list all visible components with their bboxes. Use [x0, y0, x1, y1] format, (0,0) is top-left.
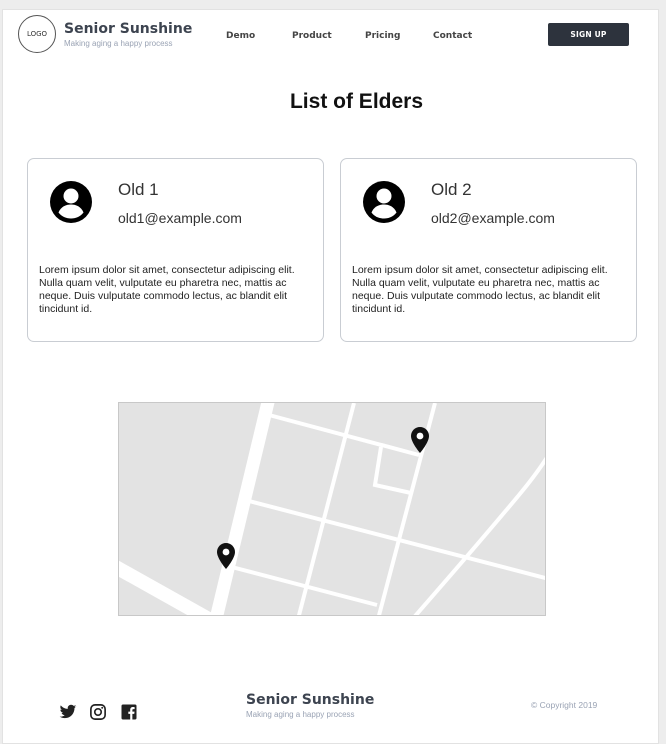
- elder-name: Old 1: [118, 180, 159, 199]
- instagram-icon[interactable]: [89, 703, 107, 721]
- elder-name: Old 2: [431, 180, 472, 199]
- nav-pricing[interactable]: Pricing: [365, 31, 400, 41]
- elder-card[interactable]: Old 1 old1@example.com Lorem ipsum dolor…: [27, 158, 324, 342]
- signup-label: SIGN UP: [570, 30, 607, 39]
- elder-card[interactable]: Old 2 old2@example.com Lorem ipsum dolor…: [340, 158, 637, 342]
- twitter-icon[interactable]: [59, 703, 77, 721]
- footer-brand-subtitle: Making aging a happy process: [246, 710, 355, 719]
- elder-email: old2@example.com: [431, 210, 555, 226]
- page-title: List of Elders: [289, 90, 424, 113]
- brand-title[interactable]: Senior Sunshine: [64, 21, 192, 37]
- brand-subtitle: Making aging a happy process: [64, 39, 173, 48]
- signup-button[interactable]: SIGN UP: [548, 23, 629, 46]
- copyright: © Copyright 2019: [531, 700, 598, 710]
- elder-description: Lorem ipsum dolor sit amet, consectetur …: [352, 264, 608, 315]
- map-pin-icon[interactable]: [217, 543, 235, 569]
- user-avatar-icon: [50, 181, 92, 223]
- elder-description: Lorem ipsum dolor sit amet, consectetur …: [39, 264, 295, 315]
- nav-demo[interactable]: Demo: [226, 31, 255, 41]
- map[interactable]: [118, 402, 546, 616]
- page: LOGO Senior Sunshine Making aging a happ…: [2, 9, 659, 744]
- map-roads: [119, 403, 545, 615]
- logo[interactable]: LOGO: [18, 15, 56, 53]
- user-avatar-icon: [363, 181, 405, 223]
- footer-brand-title: Senior Sunshine: [246, 692, 375, 708]
- nav-product[interactable]: Product: [292, 31, 332, 41]
- facebook-icon[interactable]: [120, 703, 138, 721]
- map-pin-icon[interactable]: [411, 427, 429, 453]
- nav-contact[interactable]: Contact: [433, 31, 472, 41]
- elder-email: old1@example.com: [118, 210, 242, 226]
- logo-text: LOGO: [26, 30, 48, 38]
